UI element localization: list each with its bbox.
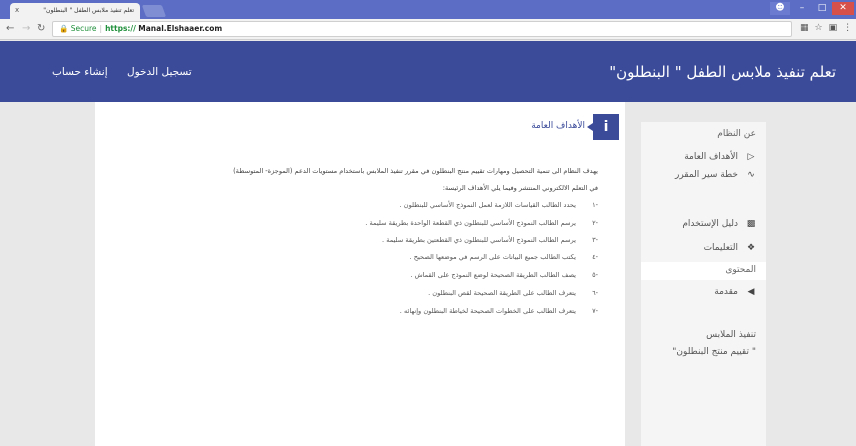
objective-item: -٥ يصف الطالب الطريقة الصحيحة لوضع النموذ… (410, 271, 598, 279)
url-protocol: https:// (105, 24, 136, 33)
login-link[interactable]: تسجيل الدخول (127, 66, 192, 78)
minimize-icon[interactable]: – (792, 2, 812, 15)
register-link[interactable]: إنشاء حساب (52, 66, 108, 78)
sidebar-course-title-2[interactable]: " تقييم منتج البنطلون" (672, 347, 756, 357)
objective-text: يحدد الطالب القياسات اللازمة لعمل النموذ… (399, 201, 576, 209)
browser-titlebar: x تعلم تنفيذ ملابس الطفل " البنطلون" ☻ –… (0, 0, 856, 19)
sidebar: عن النظام ▷ الأهداف العامة ∿ خطة سير المقر… (641, 122, 766, 446)
close-window-icon[interactable]: ✕ (832, 2, 854, 15)
tag-icon: ▷ (747, 152, 755, 162)
objective-number: -٣ (592, 236, 598, 244)
main-content: i الأهداف العامة يهدف النظام الى تنمية ا… (95, 102, 625, 446)
objective-item: -٦ يتعرف الطالب على الطريقة الصحيحة لقص ا… (428, 289, 598, 297)
lock-icon: 🔒 (59, 24, 69, 33)
reload-icon[interactable]: ↻ (37, 23, 45, 34)
sidebar-item-label: مقدمة (714, 287, 738, 297)
objective-text: يرسم الطالب النموذج الأساسي للبنطلون ذي … (365, 219, 576, 227)
sidebar-item-label: دليل الإستخدام (682, 219, 738, 229)
bookmark-star-icon[interactable]: ☆ (815, 23, 823, 33)
sidebar-item-intro[interactable]: ◀ مقدمة (714, 287, 756, 297)
objective-number: -٢ (592, 219, 598, 227)
info-circle-icon: ❖ (746, 243, 756, 253)
translate-icon[interactable]: ▦ (800, 23, 809, 33)
chart-line-icon: ∿ (747, 170, 755, 180)
objective-text: يرسم الطالب النموذج الأساسي للبنطلون ذي … (382, 236, 576, 244)
objective-number: -١ (592, 201, 598, 209)
objective-item: -١ يحدد الطالب القياسات اللازمة لعمل النم… (400, 201, 598, 209)
browser-tab[interactable]: x تعلم تنفيذ ملابس الطفل " البنطلون" (10, 3, 140, 19)
objective-text: يصف الطالب الطريقة الصحيحة لوضع النموذج … (410, 271, 576, 279)
arrow-left-icon: ◀ (747, 287, 755, 297)
extension-icon[interactable]: ▣ (829, 23, 838, 33)
sidebar-item-label: التعليمات (703, 243, 738, 253)
sidebar-section-content: المحتوى (725, 265, 756, 275)
site-header: إنشاء حساب تسجيل الدخول تعلم تنفيذ ملابس… (0, 41, 856, 102)
objective-item: -٣ يرسم الطالب النموذج الأساسي للبنطلون ذ… (382, 236, 598, 244)
url-field[interactable]: 🔒 Secure | https:// Manal.Elshaaer.com (52, 21, 792, 37)
intro-line-1: يهدف النظام الى تنمية التحصيل ومهارات تق… (233, 167, 598, 175)
address-bar-icons: ▦ ☆ ▣ ⋮ (800, 23, 856, 33)
tab-close-icon[interactable]: x (15, 6, 19, 14)
objective-item: -٧ يتعرف الطالب على الخطوات الصحيحة لخياط… (400, 307, 598, 315)
maximize-icon[interactable]: □ (812, 2, 832, 15)
objective-text: يتعرف الطالب على الخطوات الصحيحة لخياطة … (399, 307, 576, 315)
objective-text: يكتب الطالب جميع البيانات على الرسم في م… (409, 253, 576, 261)
objective-number: -٤ (592, 253, 598, 261)
sidebar-item-instructions[interactable]: ❖ التعليمات (704, 243, 756, 253)
forward-arrow-icon[interactable]: → (22, 23, 30, 34)
objective-number: -٦ (592, 289, 598, 297)
intro-line-2: في التعلم الالكتروني المنتشر وفيما يلي ا… (442, 184, 598, 192)
user-profile-icon[interactable]: ☻ (770, 2, 790, 15)
sidebar-item-label: خطة سير المقرر (674, 170, 738, 180)
objective-item: -٤ يكتب الطالب جميع البيانات على الرسم في… (410, 253, 598, 261)
objective-text: يتعرف الطالب على الطريقة الصحيحة لقص الب… (428, 289, 576, 297)
sidebar-item-label: الأهداف العامة (684, 152, 738, 162)
objective-item: -٢ يرسم الطالب النموذج الأساسي للبنطلون ذ… (365, 219, 598, 227)
back-arrow-icon[interactable]: ← (6, 23, 14, 34)
tab-title: تعلم تنفيذ ملابس الطفل " البنطلون" (43, 7, 134, 14)
address-bar-row: ← → ↻ 🔒 Secure | https:// Manal.Elshaaer.c… (0, 19, 856, 40)
page-body: i الأهداف العامة يهدف النظام الى تنمية ا… (0, 102, 856, 446)
sidebar-course-title-1[interactable]: تنفيذ الملابس (706, 330, 756, 340)
sidebar-item-objectives[interactable]: ▷ الأهداف العامة (684, 152, 756, 162)
section-heading: الأهداف العامة (531, 121, 585, 131)
info-icon: i (587, 114, 619, 140)
objective-number: -٥ (592, 271, 598, 279)
sidebar-item-course-plan[interactable]: ∿ خطة سير المقرر (675, 170, 756, 180)
sidebar-item-user-guide[interactable]: ▩ دليل الإستخدام (682, 219, 756, 229)
new-tab-button[interactable] (141, 5, 167, 17)
site-title[interactable]: تعلم تنفيذ ملابس الطفل " البنطلون" (609, 63, 836, 81)
menu-dots-icon[interactable]: ⋮ (843, 23, 852, 33)
document-icon: ▩ (746, 219, 756, 229)
url-domain: Manal.Elshaaer.com (138, 24, 223, 33)
objective-number: -٧ (592, 307, 598, 315)
secure-label: Secure (70, 24, 97, 33)
url-separator: | (99, 24, 103, 33)
sidebar-section-about: عن النظام (717, 129, 756, 139)
